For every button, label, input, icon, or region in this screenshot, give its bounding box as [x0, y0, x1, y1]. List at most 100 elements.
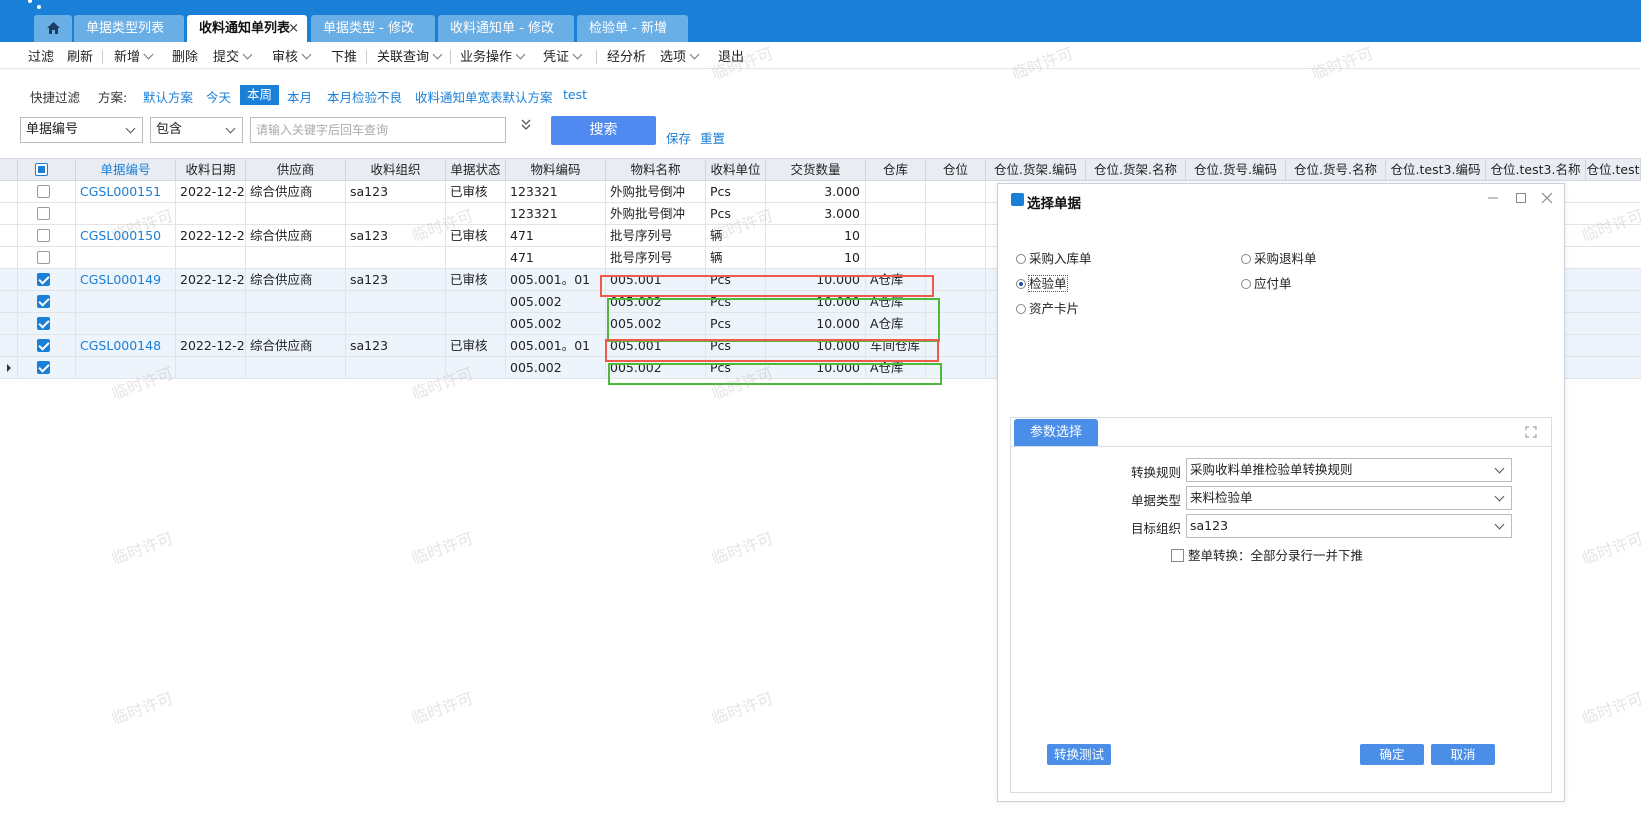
- row-checkbox[interactable]: [37, 185, 50, 198]
- row-select-cell[interactable]: [18, 247, 76, 268]
- header-unit[interactable]: 收料单位: [706, 159, 766, 180]
- row-select-cell[interactable]: [18, 357, 76, 378]
- warehouse-cell: A仓库: [866, 291, 926, 312]
- reset-link[interactable]: 重置: [700, 128, 725, 147]
- maximize-icon[interactable]: [1512, 189, 1530, 207]
- conversion-test-button[interactable]: 转换测试: [1047, 744, 1111, 765]
- cancel-button[interactable]: 取消: [1431, 744, 1495, 765]
- voucher-button[interactable]: 凭证: [543, 46, 583, 65]
- search-button[interactable]: 搜索: [551, 116, 656, 145]
- analysis-button[interactable]: 经分析: [607, 46, 646, 65]
- search-operator-select[interactable]: 包含: [150, 117, 243, 143]
- header-slot-code[interactable]: 仓位.货号.编码: [1186, 159, 1286, 180]
- options-button[interactable]: 选项: [660, 46, 700, 65]
- double-chevron-down-icon[interactable]: [520, 118, 532, 132]
- tab-receipt-notice-list[interactable]: 收料通知单列表 ×: [187, 15, 307, 42]
- scheme-wide-table[interactable]: 收料通知单宽表默认方案: [415, 87, 553, 106]
- bill-no-cell[interactable]: CGSL000149: [76, 269, 176, 290]
- row-checkbox[interactable]: [37, 273, 50, 286]
- header-supplier[interactable]: 供应商: [246, 159, 346, 180]
- header-slot-name[interactable]: 仓位.货号.名称: [1286, 159, 1386, 180]
- row-select-cell[interactable]: [18, 291, 76, 312]
- header-org[interactable]: 收料组织: [346, 159, 446, 180]
- scheme-default[interactable]: 默认方案: [143, 87, 193, 106]
- row-select-cell[interactable]: [18, 225, 76, 246]
- row-checkbox[interactable]: [37, 251, 50, 264]
- audit-button[interactable]: 审核: [272, 46, 312, 65]
- close-icon[interactable]: ×: [288, 15, 299, 42]
- delete-button[interactable]: 删除: [172, 46, 198, 65]
- warehouse-cell: A仓库: [866, 269, 926, 290]
- search-field-select[interactable]: 单据编号: [20, 117, 143, 143]
- header-select-all[interactable]: [18, 159, 76, 180]
- row-select-cell[interactable]: [18, 203, 76, 224]
- option-asset-card[interactable]: 资产卡片: [1016, 298, 1079, 317]
- push-down-button[interactable]: 下推: [331, 46, 357, 65]
- row-select-cell[interactable]: [18, 335, 76, 356]
- related-query-button[interactable]: 关联查询: [377, 46, 443, 65]
- header-status[interactable]: 单据状态: [446, 159, 506, 180]
- header-bill-no[interactable]: 单据编号: [76, 159, 176, 180]
- search-input[interactable]: 请输入关键字后回车查询: [250, 117, 506, 143]
- ok-button[interactable]: 确定: [1360, 744, 1424, 765]
- bill-no-cell[interactable]: CGSL000151: [76, 181, 176, 202]
- scheme-this-month[interactable]: 本月: [287, 87, 312, 106]
- tab-params[interactable]: 参数选择: [1014, 419, 1098, 446]
- tab-bill-type-list[interactable]: 单据类型列表: [74, 15, 184, 42]
- header-material-code[interactable]: 物料编码: [506, 159, 606, 180]
- business-operation-button[interactable]: 业务操作: [460, 46, 526, 65]
- bill-type-select[interactable]: 来料检验单: [1186, 486, 1512, 510]
- option-purchase-inbound[interactable]: 采购入库单: [1016, 248, 1092, 267]
- filter-button[interactable]: 过滤: [28, 46, 54, 65]
- row-select-cell[interactable]: [18, 181, 76, 202]
- header-date[interactable]: 收料日期: [176, 159, 246, 180]
- tab-bill-type-edit[interactable]: 单据类型 - 修改: [311, 15, 435, 42]
- option-purchase-return[interactable]: 采购退料单: [1241, 248, 1317, 267]
- header-row-indicator: [0, 159, 18, 180]
- bill-no-cell[interactable]: [76, 291, 176, 312]
- bill-no-cell[interactable]: [76, 313, 176, 334]
- row-checkbox[interactable]: [37, 317, 50, 330]
- option-payable[interactable]: 应付单: [1241, 273, 1292, 292]
- save-scheme-link[interactable]: 保存: [666, 128, 691, 147]
- header-test3-code[interactable]: 仓位.test3.编码: [1386, 159, 1486, 180]
- row-checkbox[interactable]: [37, 229, 50, 242]
- tab-inspection-new[interactable]: 检验单 - 新增: [577, 15, 688, 42]
- bill-no-cell[interactable]: [76, 247, 176, 268]
- row-select-cell[interactable]: [18, 269, 76, 290]
- tab-home[interactable]: [34, 15, 72, 42]
- whole-convert-checkbox[interactable]: [1171, 549, 1184, 562]
- select-all-checkbox[interactable]: [35, 163, 48, 176]
- scheme-month-defects[interactable]: 本月检验不良: [327, 87, 402, 106]
- row-checkbox[interactable]: [37, 339, 50, 352]
- bill-no-cell[interactable]: CGSL000148: [76, 335, 176, 356]
- header-qty[interactable]: 交货数量: [766, 159, 866, 180]
- row-checkbox[interactable]: [37, 295, 50, 308]
- conversion-rule-select[interactable]: 采购收料单推检验单转换规则: [1186, 458, 1512, 482]
- refresh-button[interactable]: 刷新: [67, 46, 93, 65]
- scheme-test[interactable]: test: [563, 87, 587, 102]
- close-icon[interactable]: [1538, 189, 1556, 207]
- header-test-more[interactable]: 仓位.test: [1586, 159, 1641, 180]
- header-shelf-name[interactable]: 仓位.货架.名称: [1086, 159, 1186, 180]
- row-select-cell[interactable]: [18, 313, 76, 334]
- submit-button[interactable]: 提交: [213, 46, 253, 65]
- header-test3-name[interactable]: 仓位.test3.名称: [1486, 159, 1586, 180]
- scheme-today[interactable]: 今天: [206, 87, 231, 106]
- tab-receipt-notice-edit[interactable]: 收料通知单 - 修改: [438, 15, 574, 42]
- row-checkbox[interactable]: [37, 361, 50, 374]
- new-button[interactable]: 新增: [114, 46, 154, 65]
- fullscreen-icon[interactable]: [1525, 426, 1537, 438]
- material-name-cell: 005.002: [606, 357, 706, 378]
- header-location[interactable]: 仓位: [926, 159, 986, 180]
- header-warehouse[interactable]: 仓库: [866, 159, 926, 180]
- row-checkbox[interactable]: [37, 207, 50, 220]
- app-logo: [28, 0, 42, 12]
- option-inspection[interactable]: 检验单: [1016, 273, 1068, 292]
- header-material-name[interactable]: 物料名称: [606, 159, 706, 180]
- target-org-select[interactable]: sa123: [1186, 514, 1512, 538]
- header-shelf-code[interactable]: 仓位.货架.编码: [986, 159, 1086, 180]
- whole-convert-option[interactable]: 整单转换：全部分录行一并下推: [1171, 545, 1363, 564]
- scheme-this-week[interactable]: 本周: [240, 85, 280, 105]
- minimize-icon[interactable]: [1484, 189, 1502, 207]
